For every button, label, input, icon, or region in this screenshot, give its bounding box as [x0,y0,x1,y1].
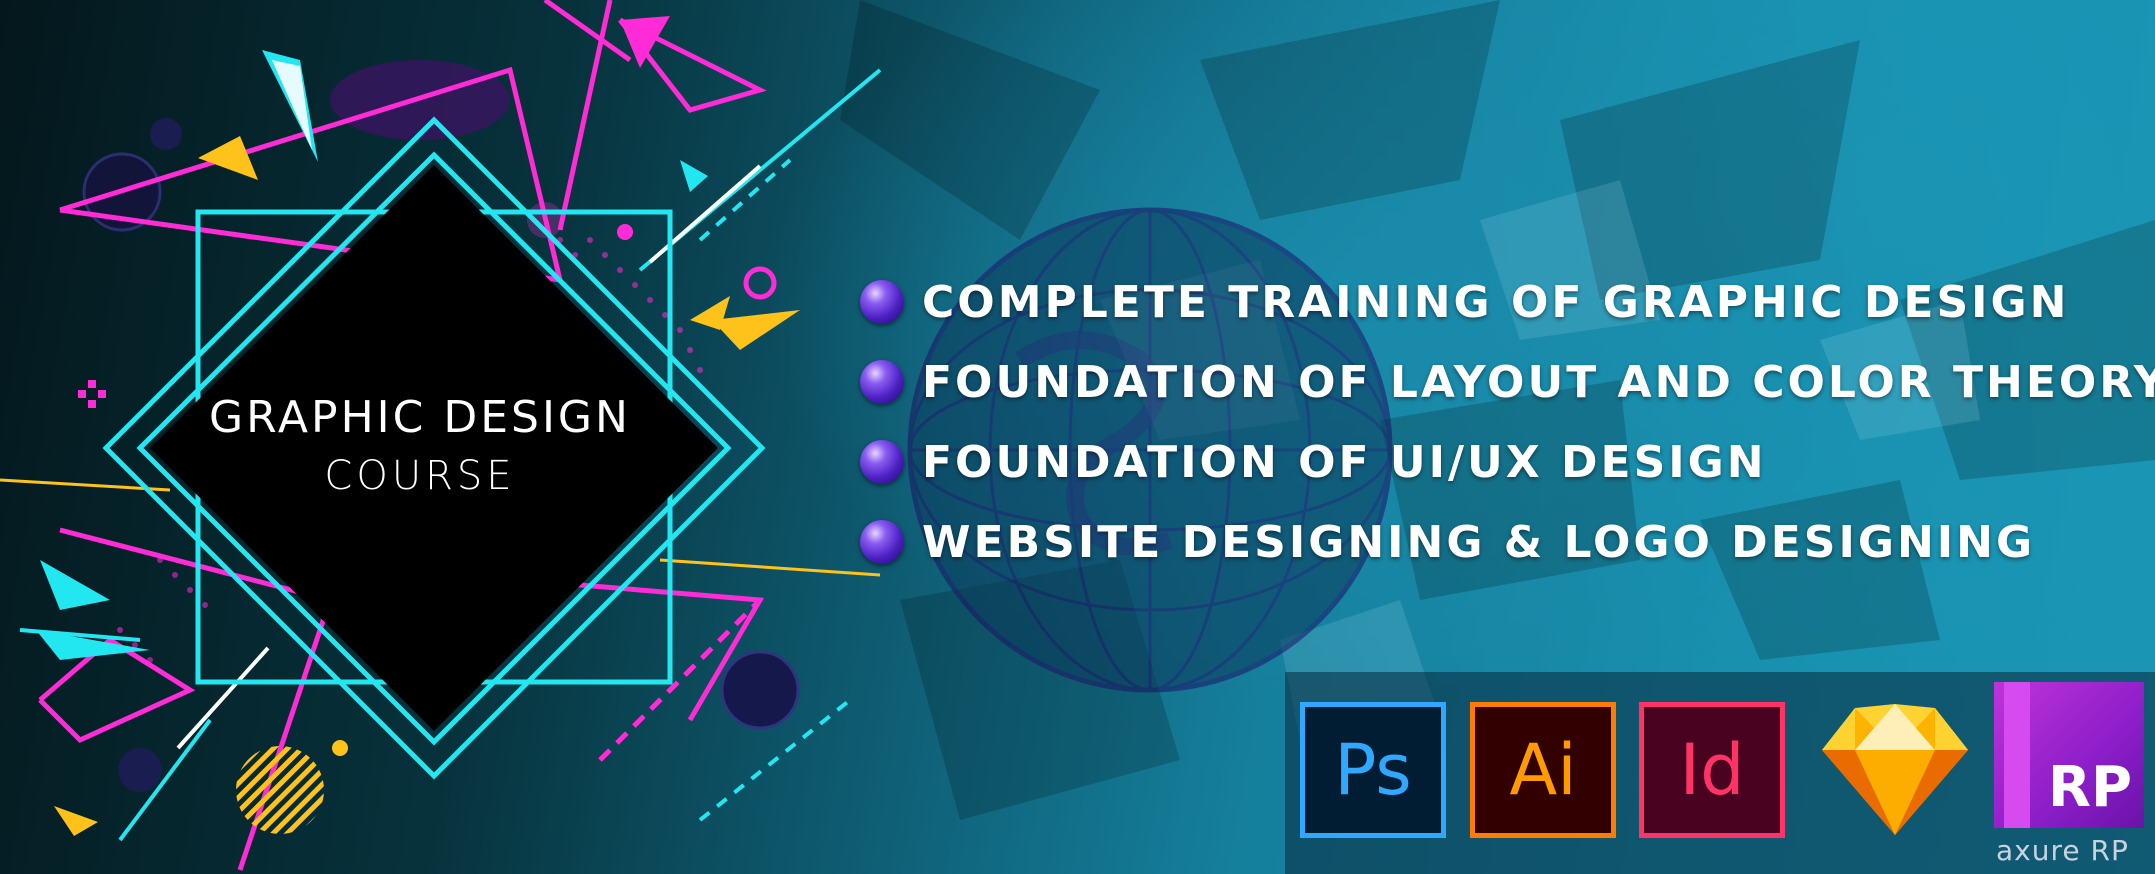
purple-orb-bullet-icon [860,440,904,484]
feature-text: FOUNDATION OF UI/UX DESIGN [922,436,1767,488]
purple-orb-bullet-icon [860,360,904,404]
purple-orb-bullet-icon [860,520,904,564]
course-title-line2: COURSE [324,453,516,499]
feature-item: FOUNDATION OF LAYOUT AND COLOR THEORY [860,342,2155,422]
purple-orb-bullet-icon [860,280,904,324]
feature-text: FOUNDATION OF LAYOUT AND COLOR THEORY [922,356,2155,408]
feature-list: COMPLETE TRAINING OF GRAPHIC DESIGN FOUN… [860,262,2155,582]
indesign-icon: Id [1639,702,1785,838]
sketch-diamond-icon [1822,704,1968,835]
photoshop-icon: Ps [1300,702,1446,838]
feature-item: FOUNDATION OF UI/UX DESIGN [860,422,2155,502]
course-title-line1: GRAPHIC DESIGN [209,392,631,443]
illustrator-icon: Ai [1470,702,1616,838]
course-title: GRAPHIC DESIGN COURSE [180,392,660,499]
axure-logo-label: axure RP [1996,834,2129,867]
feature-item: WEBSITE DESIGNING & LOGO DESIGNING [860,502,2155,582]
feature-item: COMPLETE TRAINING OF GRAPHIC DESIGN [860,262,2155,342]
course-banner: GRAPHIC DESIGN COURSE COMPLETE TRAINING … [0,0,2155,874]
axure-rp-icon: RP [1994,682,2144,828]
feature-text: WEBSITE DESIGNING & LOGO DESIGNING [922,516,2036,568]
feature-text: COMPLETE TRAINING OF GRAPHIC DESIGN [922,276,2070,328]
